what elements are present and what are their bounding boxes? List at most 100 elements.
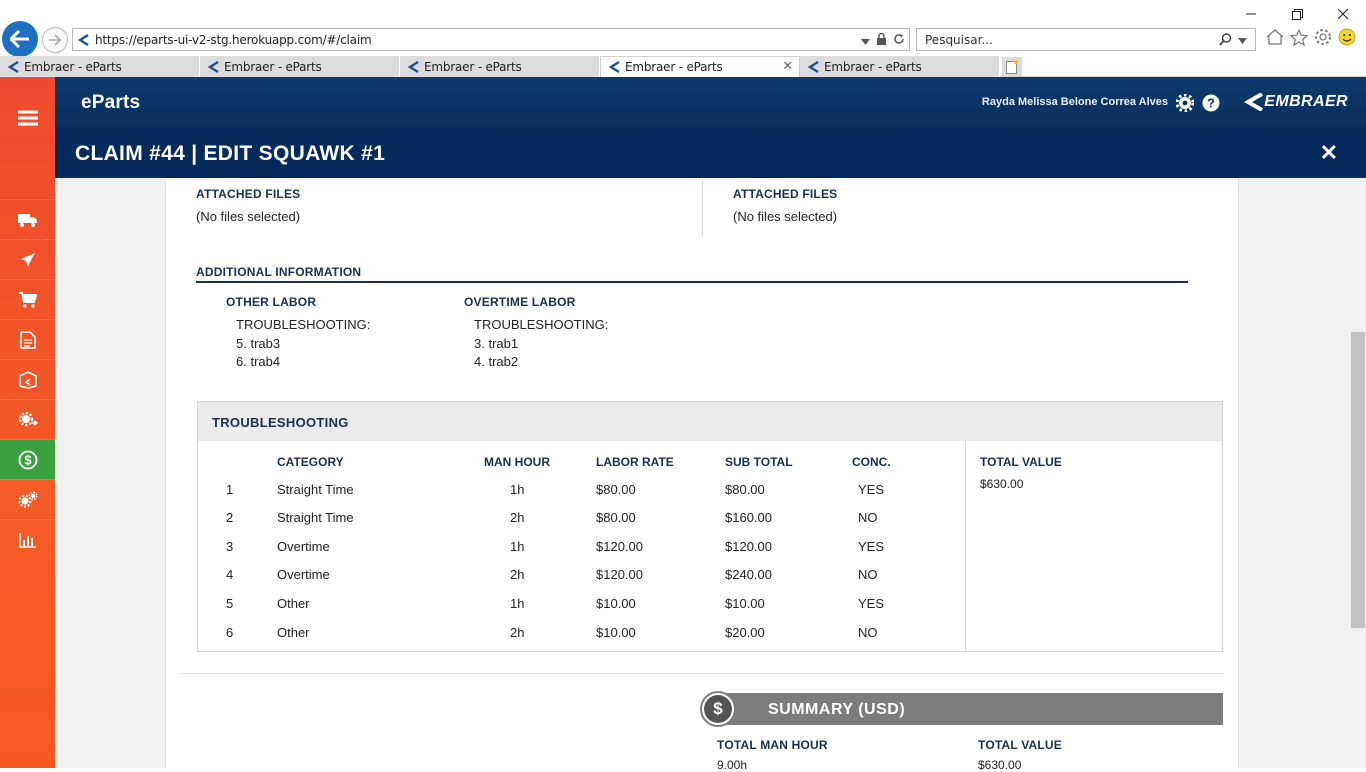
box-return-icon <box>18 370 37 389</box>
scrollbar-thumb[interactable] <box>1351 332 1365 628</box>
shopping-cart-icon <box>18 291 37 308</box>
browser-tab[interactable]: Embraer - eParts <box>800 56 1000 77</box>
other-labor-item: 6. trab4 <box>236 354 281 369</box>
back-arrow-icon[interactable] <box>2 21 38 57</box>
help-icon[interactable]: ? <box>1202 94 1220 117</box>
col-header-labor-rate: LABOR RATE <box>596 455 674 469</box>
sidebar-item-returns[interactable] <box>0 359 55 399</box>
attached-files-value: (No files selected) <box>196 209 301 224</box>
tab-label: Embraer - eParts <box>625 60 723 74</box>
row-man-hour: 1h <box>510 539 525 554</box>
embraer-favicon-icon <box>8 60 20 73</box>
row-sub-total: $240.00 <box>725 567 772 582</box>
truck-icon <box>17 213 37 227</box>
airplane-icon <box>20 252 35 267</box>
embraer-logo-text: EMBRAER <box>1264 93 1348 110</box>
close-icon[interactable]: ✕ <box>1320 140 1338 166</box>
summary-header: SUMMARY (USD) <box>718 693 1223 725</box>
other-labor-group: TROUBLESHOOTING: <box>236 317 371 332</box>
sidebar-item-aircraft[interactable] <box>0 239 55 279</box>
svg-text:?: ? <box>1207 96 1215 111</box>
bar-chart-icon <box>18 532 36 548</box>
row-labor-rate: $80.00 <box>596 510 636 525</box>
sidebar-item-exchange[interactable] <box>0 399 55 439</box>
sidebar-item-settings[interactable] <box>0 479 55 519</box>
browser-tab-bar: Embraer - eParts Embraer - eParts Embrae… <box>0 56 1366 77</box>
home-icon[interactable] <box>1266 29 1284 50</box>
row-category: Overtime <box>277 539 330 554</box>
address-url[interactable]: https://eparts-ui-v2-stg.herokuapp.com/#… <box>95 33 372 47</box>
row-conc: YES <box>858 596 885 611</box>
modal-title: CLAIM #44 | EDIT SQUAWK #1 <box>75 142 386 165</box>
restore-icon[interactable] <box>1274 0 1320 28</box>
sidebar-item-documents[interactable] <box>0 319 55 359</box>
troubleshooting-panel: TROUBLESHOOTING CATEGORY MAN HOUR LABOR … <box>197 401 1223 652</box>
main-sidebar: $ <box>0 77 55 768</box>
page-scrollbar[interactable] <box>1350 178 1366 768</box>
embraer-chevron-icon <box>1244 93 1264 111</box>
browser-tab[interactable]: Embraer - eParts <box>0 56 200 77</box>
browser-tab[interactable]: Embraer - eParts <box>200 56 400 77</box>
summary-total-value: $630.00 <box>978 758 1022 772</box>
favorites-star-icon[interactable] <box>1289 28 1309 51</box>
row-labor-rate: $80.00 <box>596 482 636 497</box>
minimize-icon[interactable] <box>1228 0 1274 28</box>
attached-files-label: ATTACHED FILES <box>196 187 301 201</box>
row-category: Other <box>277 596 310 611</box>
settings-gear-icon[interactable] <box>1175 93 1195 117</box>
additional-information-title: ADDITIONAL INFORMATION <box>196 265 362 279</box>
gear-exchange-icon <box>18 411 38 426</box>
row-conc: YES <box>858 539 885 554</box>
overtime-labor-item: 4. trab2 <box>474 354 519 369</box>
address-bar[interactable]: https://eparts-ui-v2-stg.herokuapp.com/#… <box>72 28 910 51</box>
tab-label: Embraer - eParts <box>24 59 122 74</box>
tab-label: Embraer - eParts <box>824 59 922 74</box>
search-dropdown-icon[interactable] <box>1238 33 1247 49</box>
row-sub-total: $160.00 <box>725 510 772 525</box>
total-value-label: TOTAL VALUE <box>980 455 1062 469</box>
row-sub-total: $20.00 <box>725 625 765 640</box>
brand-name[interactable]: eParts <box>81 92 140 114</box>
lock-icon[interactable] <box>876 32 887 50</box>
settings-gear-icon[interactable] <box>1314 28 1332 51</box>
close-window-icon[interactable] <box>1320 0 1366 28</box>
refresh-icon[interactable] <box>893 32 905 50</box>
row-sub-total: $120.00 <box>725 539 772 554</box>
browser-toolbar: https://eparts-ui-v2-stg.herokuapp.com/#… <box>0 0 1366 57</box>
menu-hamburger-icon[interactable] <box>0 77 55 159</box>
sidebar-item-reports[interactable] <box>0 519 55 559</box>
search-icon[interactable] <box>1219 33 1232 49</box>
new-tab-icon[interactable] <box>1002 57 1022 76</box>
embraer-favicon-icon <box>808 60 820 73</box>
sidebar-item-claims[interactable]: $ <box>0 439 55 479</box>
row-number: 3 <box>226 539 234 554</box>
user-name[interactable]: Rayda Melissa Belone Correa Alves <box>982 96 1168 108</box>
overtime-labor-item: 3. trab1 <box>474 336 519 351</box>
gears-icon <box>17 491 37 508</box>
row-man-hour: 1h <box>510 482 525 497</box>
sidebar-item-delivery[interactable] <box>0 199 55 239</box>
row-category: Straight Time <box>277 510 354 525</box>
row-category: Other <box>277 625 310 640</box>
troubleshooting-title: TROUBLESHOOTING <box>212 415 349 430</box>
troubleshooting-header: TROUBLESHOOTING <box>198 402 1222 441</box>
app-header: eParts Rayda Melissa Belone Correa Alves… <box>0 77 1366 128</box>
dropdown-icon[interactable] <box>861 32 870 50</box>
forward-arrow-icon[interactable] <box>42 27 68 53</box>
svg-text:$: $ <box>24 452 32 467</box>
browser-tab-active[interactable]: Embraer - eParts ✕ <box>600 56 800 77</box>
browser-search-input[interactable]: Pesquisar... <box>916 28 1256 51</box>
embraer-favicon-icon <box>208 60 220 73</box>
site-favicon-icon <box>73 33 95 46</box>
row-number: 6 <box>226 625 234 640</box>
smiley-feedback-icon[interactable] <box>1338 28 1356 51</box>
embraer-favicon-icon <box>408 60 420 73</box>
modal-header: CLAIM #44 | EDIT SQUAWK #1 ✕ <box>55 128 1366 178</box>
sidebar-item-cart[interactable] <box>0 279 55 319</box>
row-conc: YES <box>858 482 885 497</box>
search-placeholder: Pesquisar... <box>925 32 993 47</box>
browser-tab[interactable]: Embraer - eParts <box>400 56 600 77</box>
tab-close-icon[interactable]: ✕ <box>782 59 793 74</box>
row-labor-rate: $120.00 <box>596 567 643 582</box>
other-labor-item: 5. trab3 <box>236 336 281 351</box>
